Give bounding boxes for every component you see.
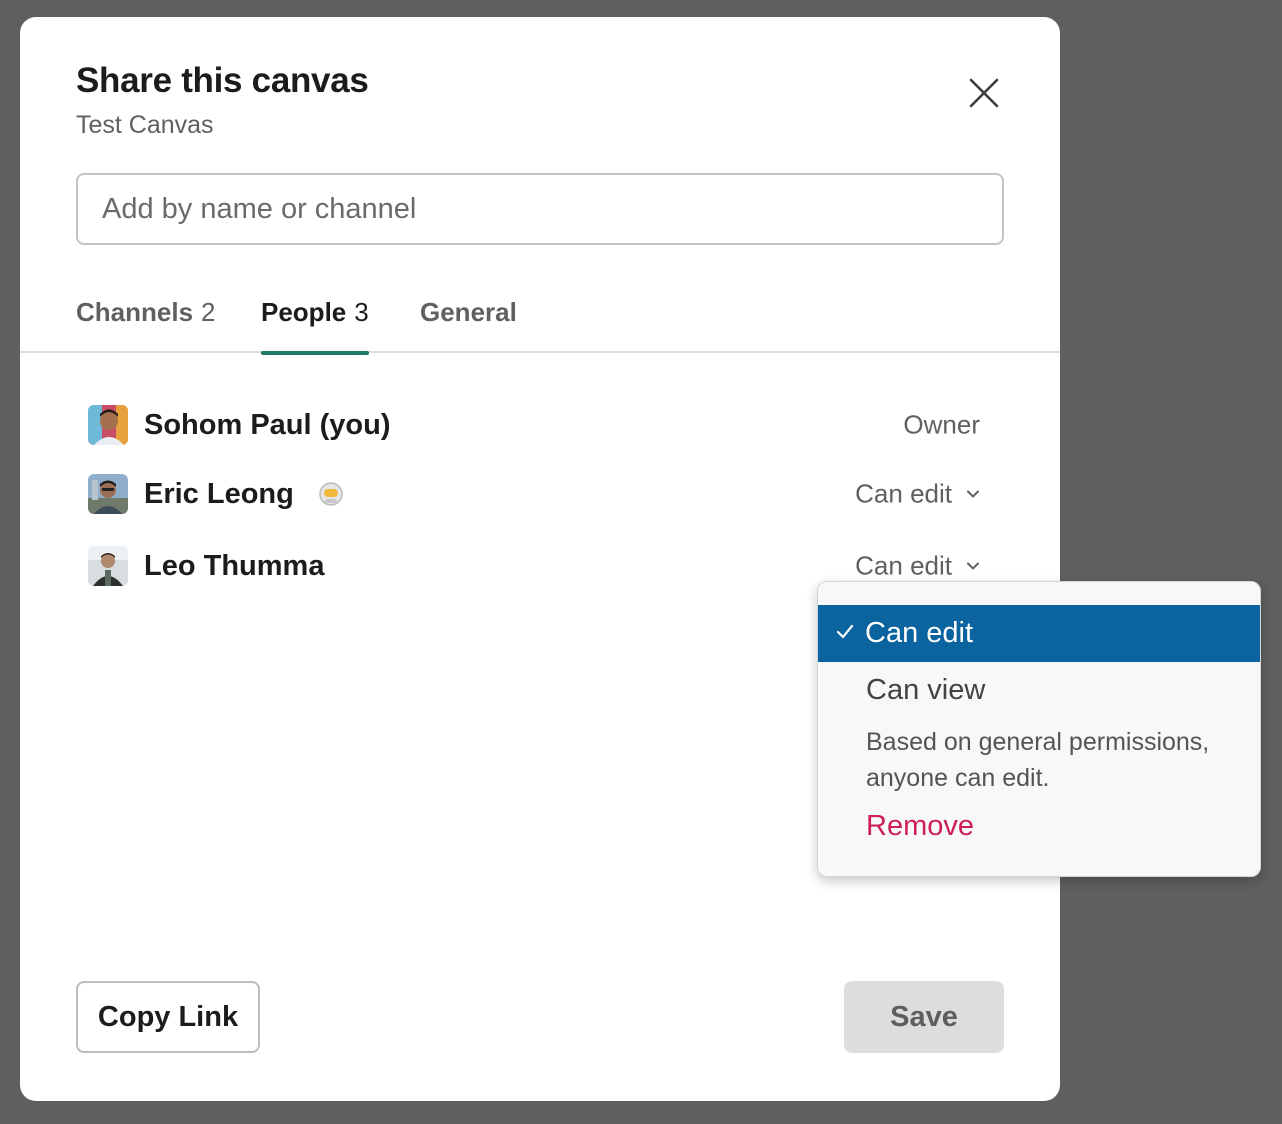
role-dropdown-button[interactable]: Can edit [855, 479, 980, 510]
menu-option-can-view[interactable]: Can view [818, 672, 1260, 712]
close-icon [969, 78, 999, 108]
permission-menu: Can edit Can view Based on general permi… [817, 581, 1261, 877]
role-text: Can edit [855, 550, 952, 581]
avatar [88, 405, 128, 445]
share-canvas-modal: Share this canvas Test Canvas Channels2 … [20, 17, 1060, 1101]
save-button[interactable]: Save [844, 981, 1004, 1053]
menu-option-label: Can edit [865, 617, 974, 649]
tab-count: 3 [354, 297, 369, 327]
close-button[interactable] [964, 73, 1004, 113]
astronaut-emoji-icon [319, 482, 343, 506]
tab-label: Channels [76, 297, 194, 327]
role-dropdown-button[interactable]: Can edit [855, 551, 980, 582]
menu-option-label: Remove [866, 810, 974, 842]
avatar [88, 474, 128, 514]
person-name: Leo Thumma [144, 549, 325, 582]
person-row: Sohom Paul (you) Owner [88, 403, 980, 447]
chevron-down-icon [967, 490, 979, 498]
avatar [88, 546, 128, 586]
person-name: Sohom Paul (you) [144, 408, 391, 441]
role-text: Owner [903, 409, 980, 440]
modal-title: Share this canvas [76, 61, 369, 100]
tab-label: People [261, 297, 347, 327]
tab-bar: Channels 2 People 3 General [20, 289, 1060, 355]
tab-general[interactable]: General [420, 297, 517, 361]
menu-option-remove[interactable]: Remove [818, 808, 1260, 848]
role-label: Owner [903, 410, 980, 441]
chevron-down-icon [967, 562, 979, 570]
canvas-name: Test Canvas [76, 111, 214, 139]
menu-option-can-edit[interactable]: Can edit [818, 605, 1260, 662]
role-text: Can edit [855, 478, 952, 509]
permission-note: Based on general permissions, anyone can… [866, 728, 1210, 792]
tab-people[interactable]: People 3 [261, 297, 369, 355]
checkmark-icon [836, 624, 854, 639]
tab-count: 2 [201, 297, 216, 327]
menu-option-label: Can view [866, 674, 986, 706]
person-name: Eric Leong [144, 477, 294, 510]
tab-channels[interactable]: Channels 2 [76, 297, 216, 361]
person-row: Eric Leong Can edit [88, 472, 980, 516]
add-people-input[interactable] [76, 173, 1004, 245]
copy-link-button[interactable]: Copy Link [76, 981, 260, 1053]
tab-label: General [420, 297, 517, 327]
